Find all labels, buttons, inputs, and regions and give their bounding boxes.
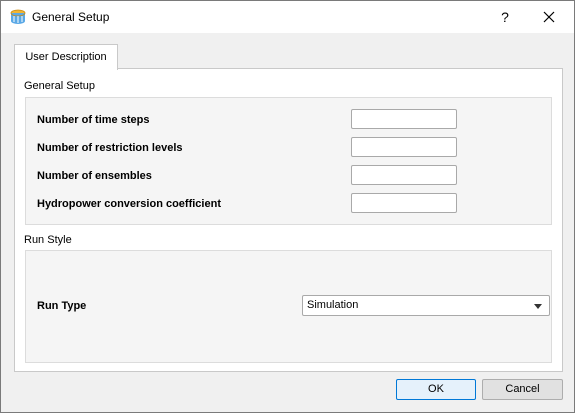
database-icon (10, 9, 26, 25)
ok-button[interactable]: OK (396, 379, 476, 400)
time-steps-label: Number of time steps (37, 114, 150, 126)
general-setup-group: Number of time steps Number of restricti… (25, 97, 552, 225)
ensembles-label: Number of ensembles (37, 170, 152, 182)
run-type-select[interactable]: Simulation (302, 295, 550, 316)
cancel-button[interactable]: Cancel (482, 379, 563, 400)
run-type-value: Simulation (307, 299, 359, 311)
restriction-levels-label: Number of restriction levels (37, 142, 183, 154)
tab-user-description[interactable]: User Description (14, 44, 118, 70)
run-type-label: Run Type (37, 300, 87, 312)
tab-panel: General Setup Number of time steps Numbe… (14, 68, 563, 372)
restriction-levels-input[interactable] (351, 137, 457, 157)
run-style-group: Run Type Simulation (25, 250, 552, 363)
chevron-down-icon (534, 304, 542, 309)
general-setup-heading: General Setup (24, 80, 95, 92)
close-icon (543, 11, 555, 23)
time-steps-input[interactable] (351, 109, 457, 129)
hydropower-coefficient-input[interactable] (351, 193, 457, 213)
window-title: General Setup (32, 10, 110, 24)
close-button[interactable] (531, 3, 567, 31)
hydropower-coefficient-label: Hydropower conversion coefficient (37, 198, 221, 210)
help-button[interactable]: ? (490, 3, 520, 31)
ensembles-input[interactable] (351, 165, 457, 185)
title-bar: General Setup ? (1, 1, 574, 33)
general-setup-dialog: General Setup ? User Description General… (0, 0, 575, 413)
run-style-heading: Run Style (24, 234, 72, 246)
